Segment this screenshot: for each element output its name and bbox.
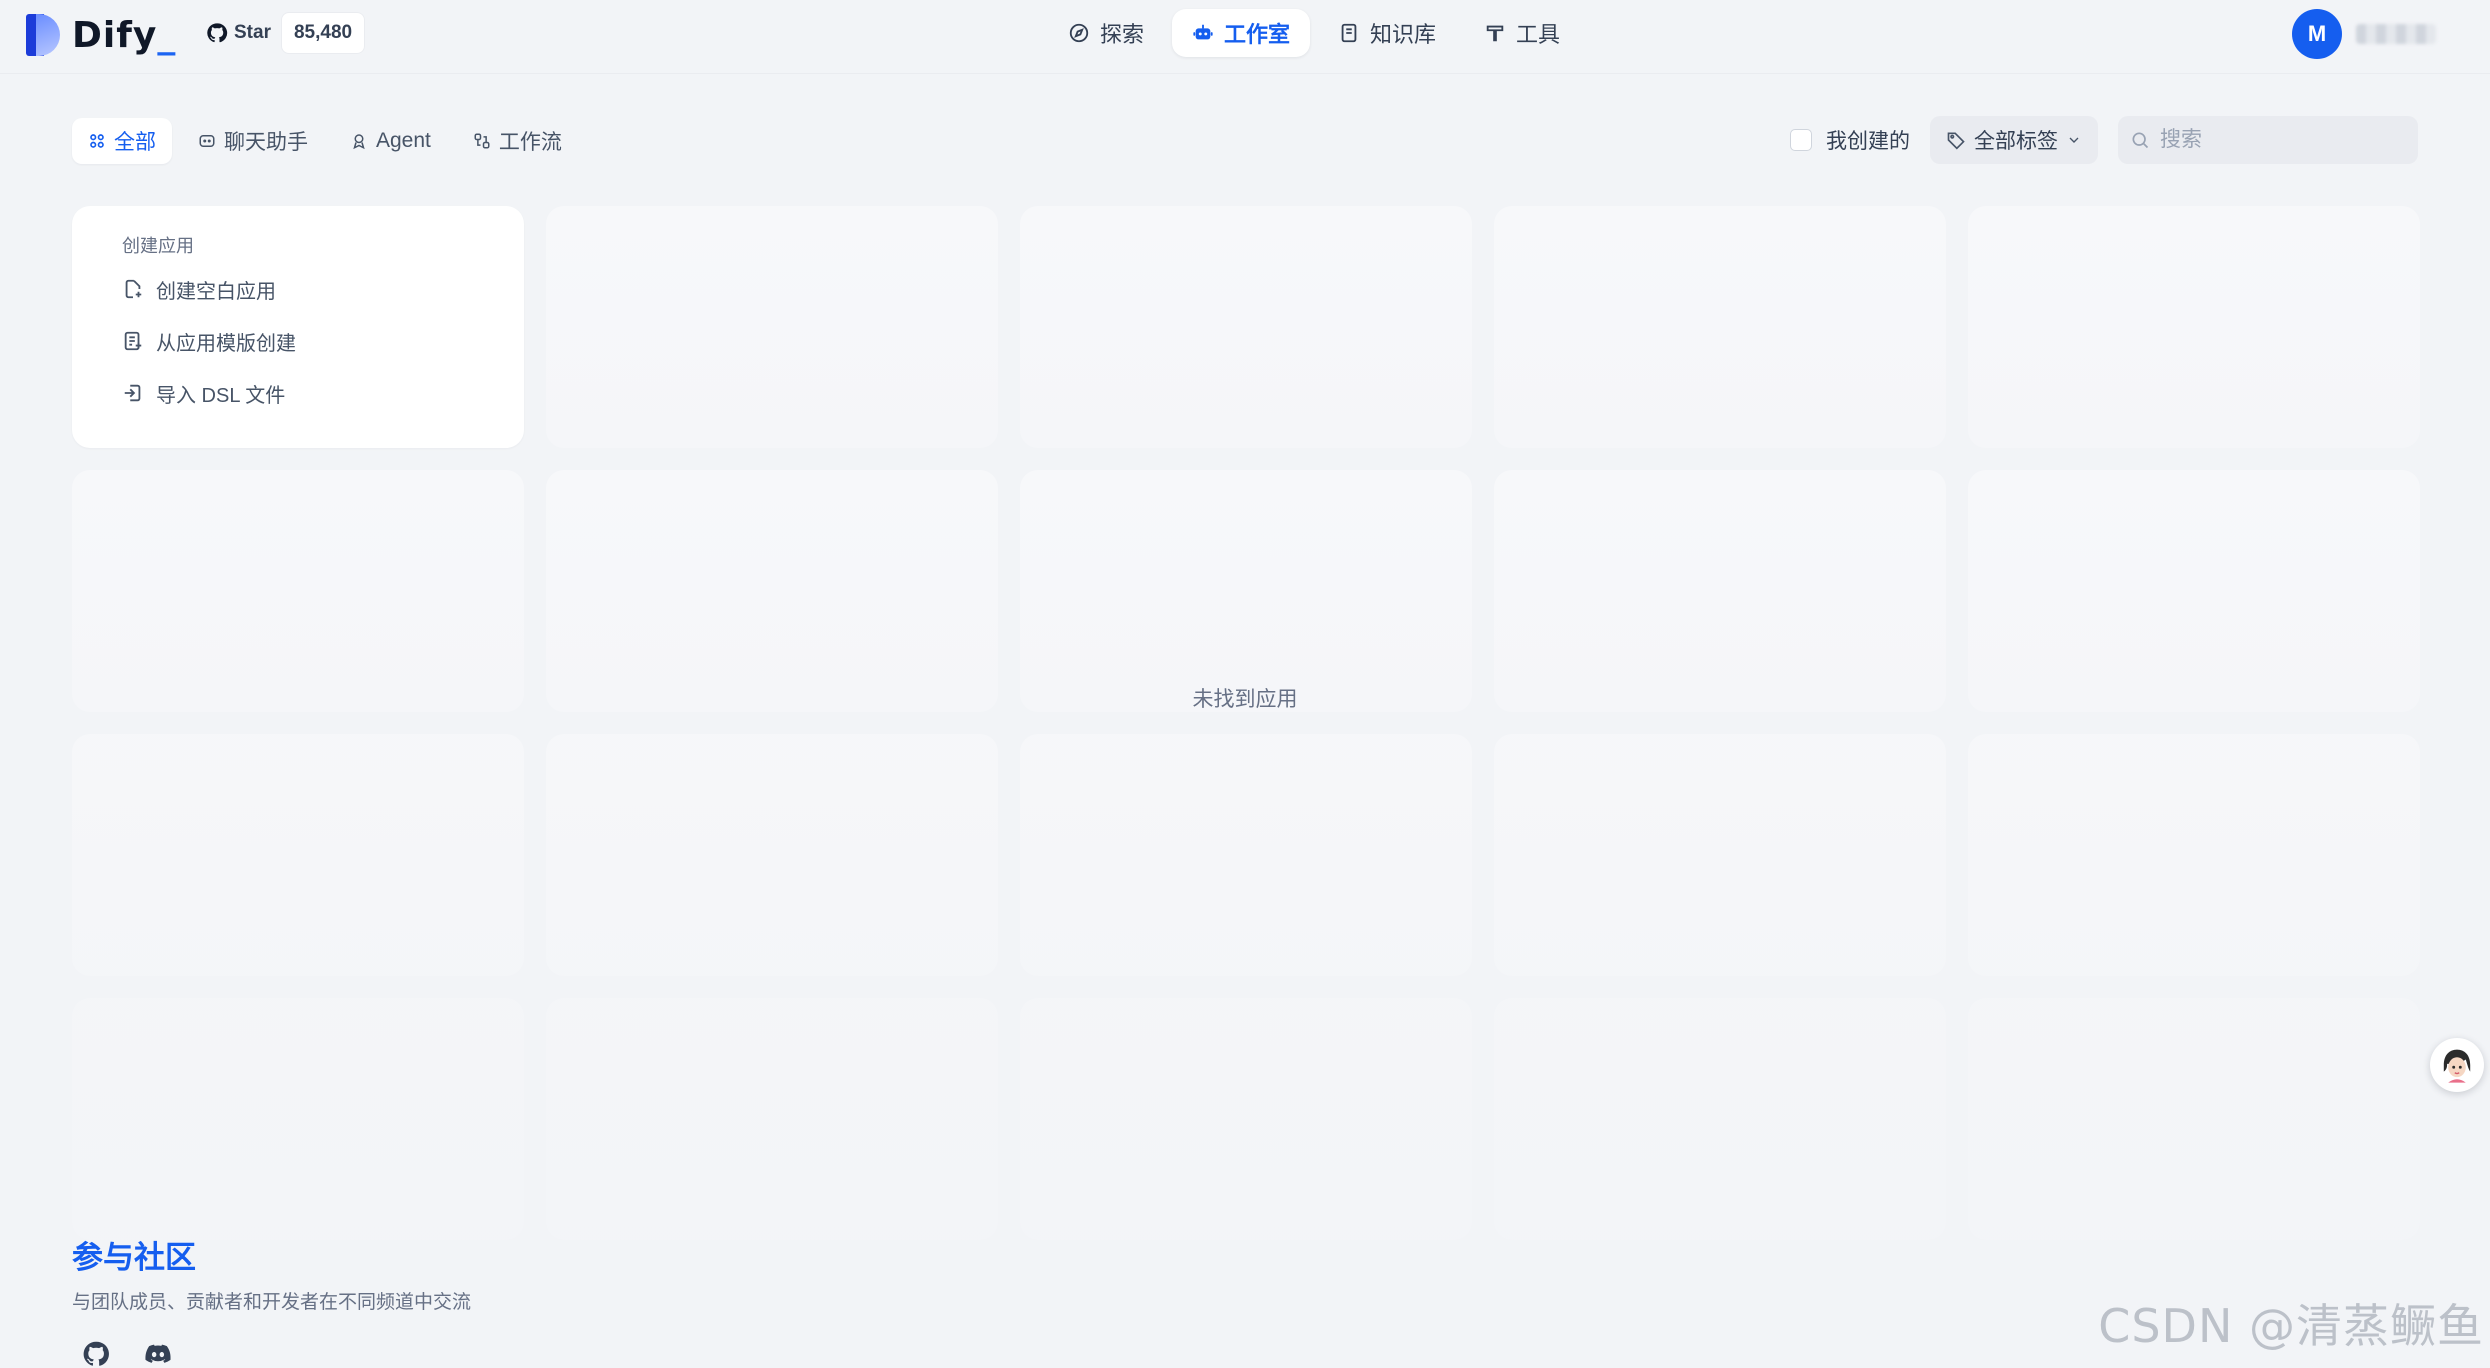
dify-logo[interactable]: Dify_ [26,12,176,58]
dify-logo-mark-icon [26,14,64,56]
app-card-placeholder [72,470,524,712]
github-star-label: Star [234,22,271,44]
nav-knowledge[interactable]: 知识库 [1318,9,1456,57]
nav-studio[interactable]: 工作室 [1172,9,1310,57]
created-by-me-filter[interactable]: 我创建的 [1790,125,1910,155]
chevron-down-icon [2066,132,2082,148]
tab-all[interactable]: 全部 [72,118,172,164]
main-nav: 探索 工作室 知识库 工具 [1048,9,1580,57]
grid-icon [88,132,106,150]
tab-chat-assistant[interactable]: 聊天助手 [182,118,324,164]
app-card-placeholder [1020,734,1472,976]
github-star-button[interactable]: Star [196,12,281,54]
app-card-placeholder [546,734,998,976]
csdn-watermark: CSDN @清蒸鳜鱼 [2098,1290,2484,1356]
app-card-placeholder [1968,470,2420,712]
app-card-placeholder [546,470,998,712]
github-star-count[interactable]: 85,480 [281,12,365,54]
community-description: 与团队成员、贡献者和开发者在不同频道中交流 [72,1287,471,1314]
file-plus-icon [122,278,144,300]
created-by-me-checkbox[interactable] [1790,129,1812,151]
import-icon [122,382,144,404]
search-box[interactable] [2118,116,2418,164]
app-card-placeholder [1494,734,1946,976]
top-header: Dify_ Star 85,480 探索 工作室 知识库 工具 M [0,0,2490,74]
chat-bubble-icon [198,132,216,150]
assistant-avatar-icon [2435,1043,2479,1087]
app-card-placeholder [1020,998,1472,1240]
compass-icon [1068,22,1090,44]
import-dsl-button[interactable]: 导入 DSL 文件 [122,378,524,408]
tab-workflow[interactable]: 工作流 [457,118,578,164]
app-card-placeholder [1020,206,1472,448]
community-title: 参与社区 [72,1232,471,1277]
dify-logo-text: Dify_ [72,15,176,56]
nav-tools[interactable]: 工具 [1464,9,1580,57]
create-from-template-button[interactable]: 从应用模版创建 [122,326,524,356]
app-card-placeholder [72,734,524,976]
filter-controls: 我创建的 全部标签 [1790,116,2418,164]
tag-icon [1946,130,1966,150]
agent-icon [350,132,368,150]
tab-agent[interactable]: Agent [334,118,447,164]
user-name-redacted[interactable] [2356,24,2436,44]
workflow-icon [473,132,491,150]
hammer-icon [1484,22,1506,44]
create-blank-app-button[interactable]: 创建空白应用 [122,274,524,304]
nav-explore[interactable]: 探索 [1048,9,1164,57]
search-icon [2130,130,2150,150]
app-card-placeholder [1968,734,2420,976]
discord-icon[interactable] [144,1340,172,1368]
github-icon[interactable] [82,1340,110,1368]
app-card-placeholder [1020,470,1472,712]
github-icon [206,22,228,44]
app-card-placeholder [1494,206,1946,448]
app-card-placeholder [72,998,524,1240]
empty-state-text: 未找到应用 [1150,683,1340,713]
github-star-widget[interactable]: Star 85,480 [196,12,365,54]
tag-filter-select[interactable]: 全部标签 [1930,116,2098,164]
app-card-placeholder [1968,206,2420,448]
community-section: 参与社区 与团队成员、贡献者和开发者在不同频道中交流 [72,1232,471,1368]
user-avatar[interactable]: M [2292,9,2342,59]
app-card-placeholder [546,998,998,1240]
assistant-avatar-button[interactable] [2430,1038,2484,1092]
app-card-placeholder [1968,998,2420,1240]
create-app-card: 创建应用 创建空白应用 从应用模版创建 导入 DSL 文件 [72,206,524,448]
app-card-placeholder [1494,998,1946,1240]
search-input[interactable] [2158,127,2398,153]
app-card-placeholder [546,206,998,448]
robot-icon [1192,22,1214,44]
community-links [72,1340,471,1368]
app-card-placeholder [1494,470,1946,712]
book-icon [1338,22,1360,44]
app-type-tabs: 全部 聊天助手 Agent 工作流 [72,118,578,164]
create-app-title: 创建应用 [122,232,524,258]
template-icon [122,330,144,352]
